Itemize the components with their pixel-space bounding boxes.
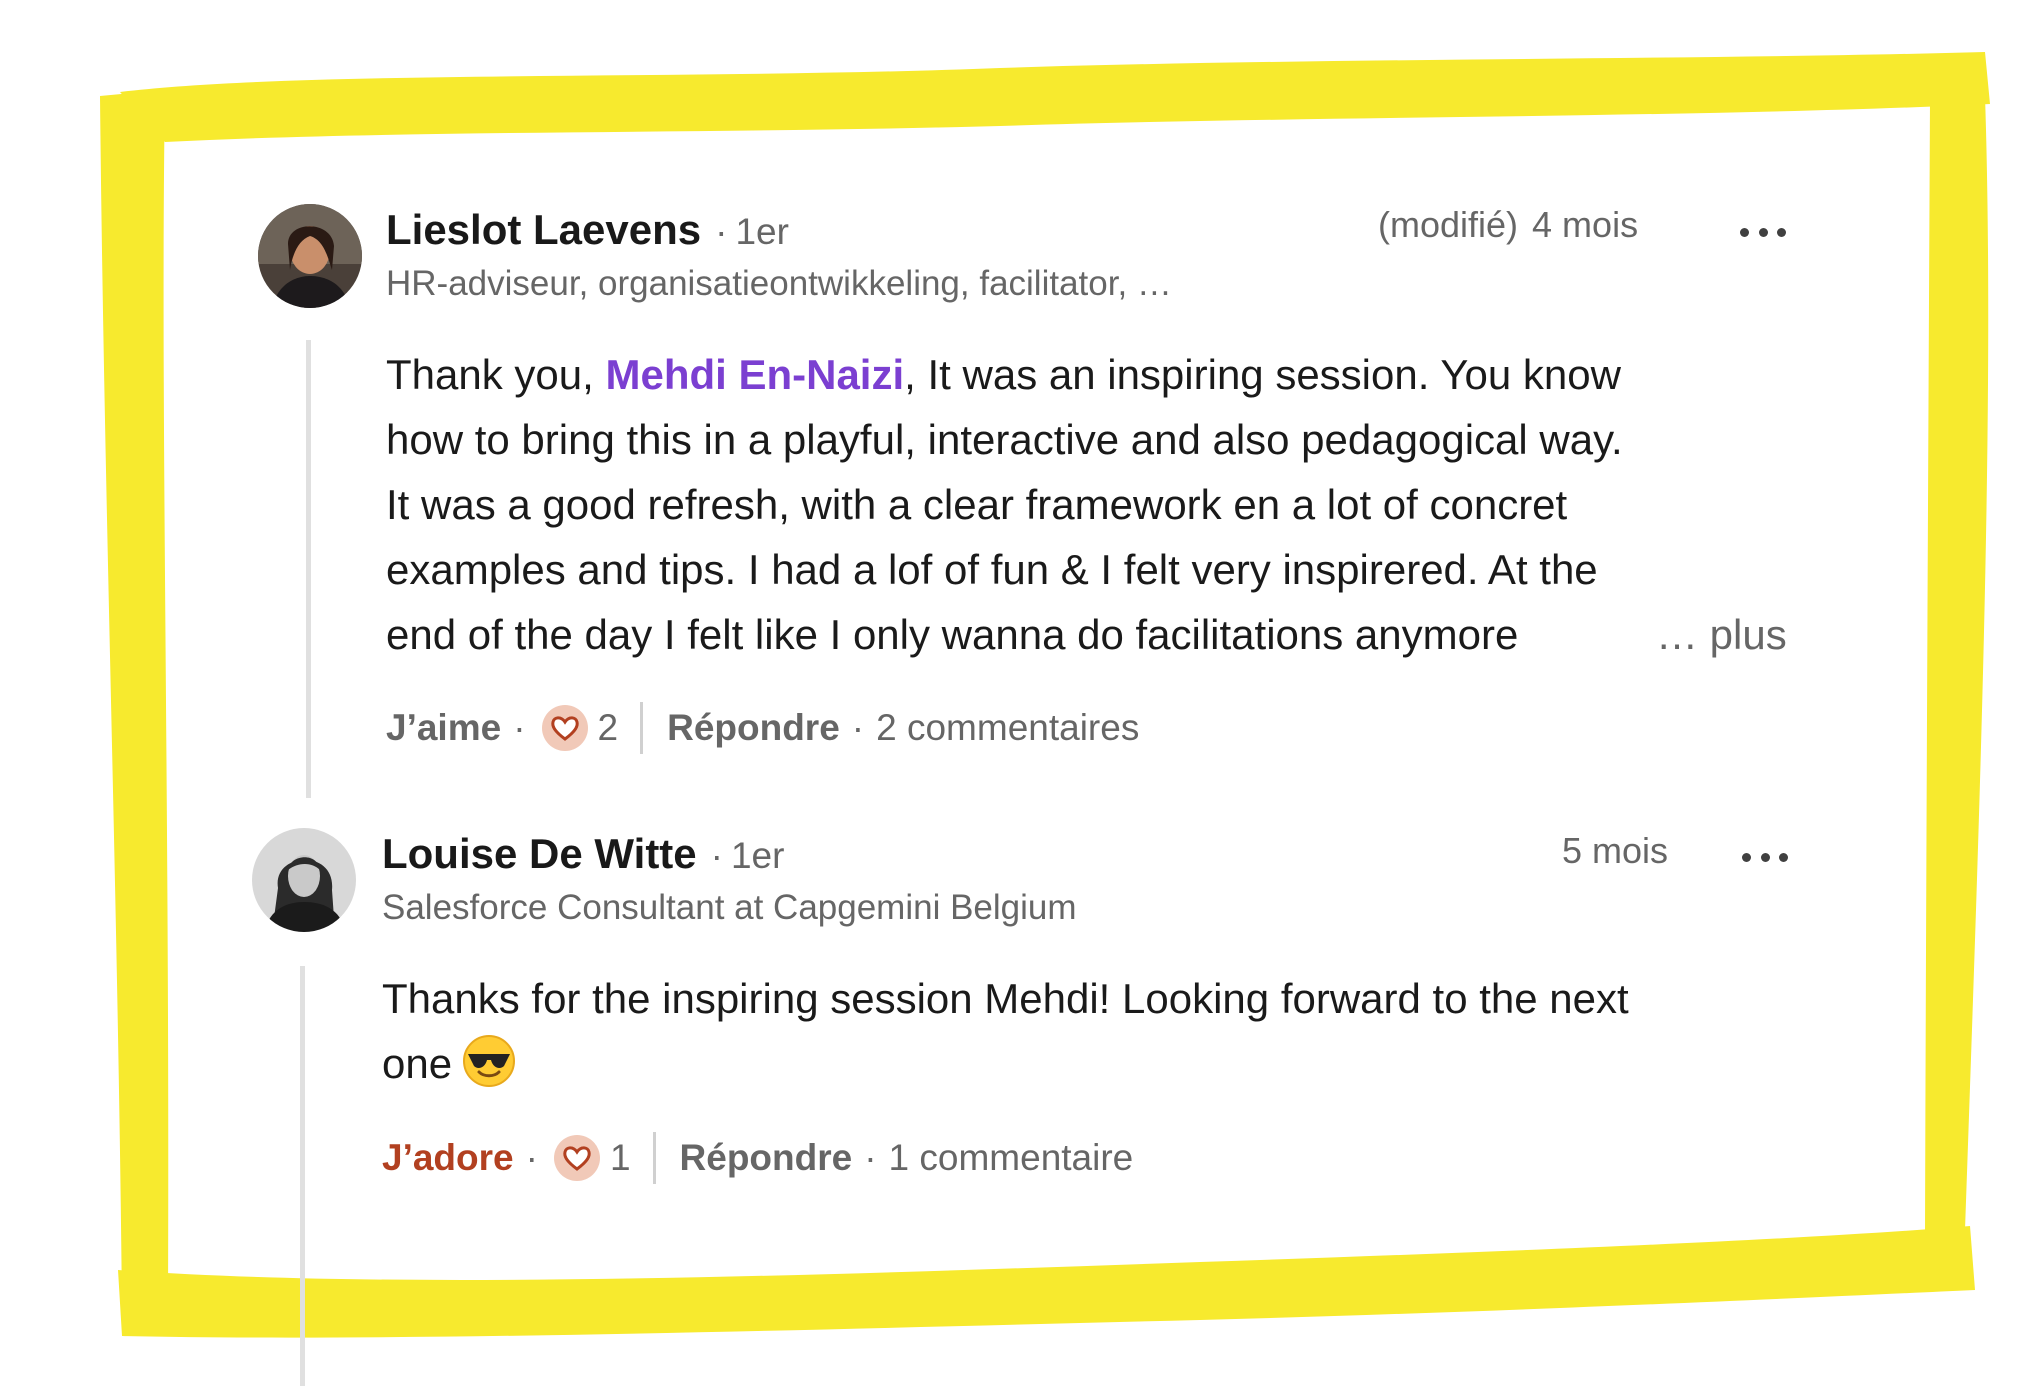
sunglasses-emoji-icon [462, 1034, 516, 1088]
connection-degree: · 1er [710, 835, 785, 876]
avatar[interactable] [252, 828, 356, 932]
divider [640, 702, 644, 754]
replies-count-link[interactable]: 1 commentaire [889, 1137, 1134, 1179]
avatar[interactable] [258, 204, 362, 308]
comment-text: Thank you, Mehdi En-Naizi, It was an ins… [386, 342, 1826, 667]
more-options-icon[interactable] [1742, 850, 1788, 864]
heart-icon[interactable] [553, 1135, 600, 1181]
thread-line [306, 340, 311, 798]
timestamp: 5 mois [1562, 830, 1669, 871]
author-name[interactable]: Louise De Witte [382, 830, 697, 878]
comments-card: Lieslot Laevens · 1er HR-adviseur, organi… [160, 140, 1930, 1386]
love-button[interactable]: J’adore [382, 1137, 514, 1179]
comment-text: Thanks for the inspiring session Mehdi! … [382, 975, 1629, 1088]
reply-button[interactable]: Répondre [680, 1137, 853, 1179]
timestamp: 4 mois [1532, 204, 1639, 245]
thread-line [300, 966, 305, 1386]
connection-degree: · 1er [715, 211, 789, 252]
author-name[interactable]: Lieslot Laevens [386, 206, 701, 254]
see-more-link[interactable]: … plus [1656, 611, 1787, 658]
heart-icon[interactable] [541, 705, 588, 751]
divider [652, 1132, 656, 1184]
author-headline: HR-adviseur, organisatieontwikkeling, fa… [386, 264, 1172, 303]
mention-link[interactable]: Mehdi En-Naizi [605, 351, 904, 398]
reply-button[interactable]: Répondre [667, 707, 840, 749]
like-button[interactable]: J’aime [386, 707, 501, 749]
more-options-icon[interactable] [1740, 225, 1786, 239]
replies-count-link[interactable]: 2 commentaires [876, 707, 1139, 749]
reaction-count[interactable]: 2 [598, 707, 619, 749]
author-headline: Salesforce Consultant at Capgemini Belgi… [382, 888, 1077, 927]
reaction-count[interactable]: 1 [610, 1137, 631, 1179]
edited-label: (modifié) [1378, 204, 1519, 245]
